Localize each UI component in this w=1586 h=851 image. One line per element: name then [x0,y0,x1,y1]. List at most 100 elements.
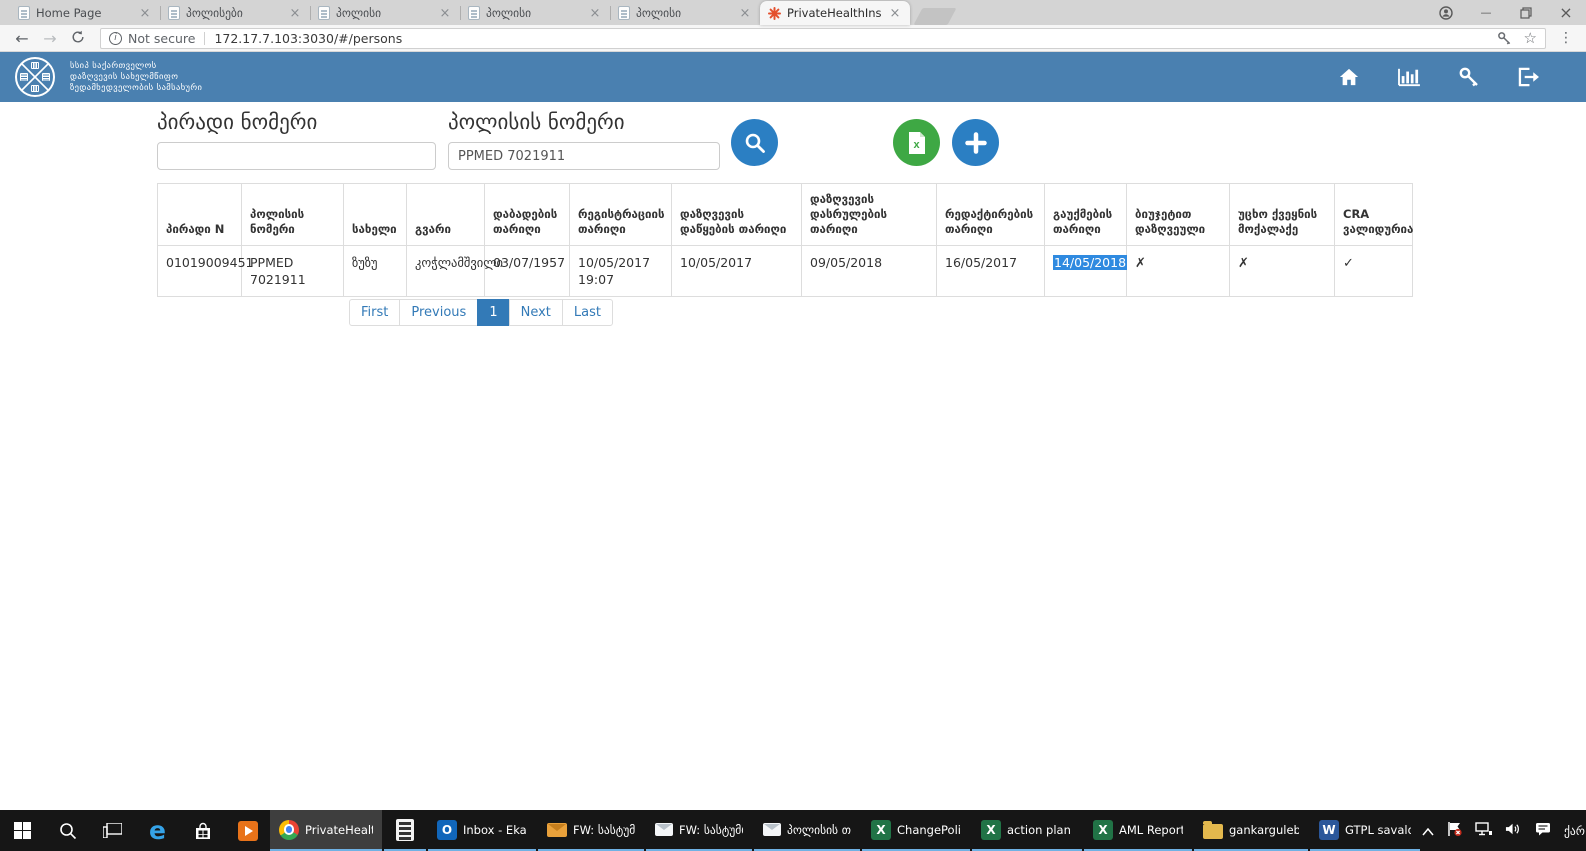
org-name-line1: სსიპ საქართველოს [70,61,202,72]
selected-date-text: 14/05/2018 [1053,255,1127,270]
edge-icon[interactable]: e [135,810,180,851]
key-icon[interactable] [1458,66,1480,88]
col-policy-number: პოლისის ნომერი [242,184,344,246]
page-favicon-icon [18,6,30,20]
security-status: Not secure [128,31,195,46]
col-last-name: გვარი [407,184,485,246]
taskbar-window-word[interactable]: W GTPL savaldeb... [1310,810,1420,851]
policy-number-input[interactable] [448,142,720,170]
svg-text:x: x [913,139,920,151]
browser-menu-icon[interactable]: ⋮ [1554,30,1578,46]
tab-close-icon[interactable]: × [438,7,452,20]
defender-flag-icon[interactable] [1447,821,1462,841]
org-name: სსიპ საქართველოს დაზღვევის სახელმწიფო ზე… [70,61,202,94]
tab-title: Home Page [36,6,132,20]
tab-title: პოლისი [636,6,732,20]
org-name-line2: დაზღვევის სახელმწიფო [70,72,202,83]
tab-policies[interactable]: პოლისები × [160,1,310,25]
password-key-icon[interactable] [1497,31,1512,46]
persons-table: პირადი N პოლისის ნომერი სახელი გვარი დაბ… [157,183,1413,297]
volume-icon[interactable] [1505,821,1522,840]
personal-number-label: პირადი ნომერი [157,110,317,134]
table-header-row: პირადი N პოლისის ნომერი სახელი გვარი დაბ… [158,184,1413,246]
taskbar-window-outlook[interactable]: O Inbox - Ekateri... [428,810,536,851]
tab-close-icon[interactable]: × [888,7,902,20]
minimize-button[interactable]: — [1466,6,1506,19]
pagination-page-1-button[interactable]: 1 [477,299,509,326]
excel-icon: X [871,820,891,840]
taskbar: e PrivateHealthI... O Inbox - Ekateri...… [0,810,1586,851]
pagination-next-button[interactable]: Next [509,299,563,326]
restore-button[interactable] [1506,7,1546,19]
page-favicon-icon [168,6,180,20]
logout-icon[interactable] [1517,67,1540,87]
taskbar-window-folder[interactable]: gankargulebebi [1194,810,1308,851]
search-button[interactable] [731,119,778,166]
home-icon[interactable] [1338,67,1360,87]
cell-first-name: ზუზუ [344,246,407,297]
taskbar-window-calculator[interactable] [384,810,426,851]
refresh-button[interactable] [64,29,92,48]
cell-birth-date: 03/07/1957 [485,246,570,297]
tab-title: პოლისი [336,6,432,20]
network-icon[interactable] [1475,821,1492,840]
taskbar-window-chrome[interactable]: PrivateHealthI... [270,810,382,851]
url-text[interactable]: 172.17.7.103:3030/#/persons [214,31,1484,46]
table-row[interactable]: 01019009451 PPMED 7021911 ზუზუ კოჭლამშვი… [158,246,1413,297]
start-button[interactable] [0,810,45,851]
tab-policy-1[interactable]: პოლისი × [310,1,460,25]
cell-budget-insured: ✗ [1127,246,1230,297]
tab-title: პოლისი [486,6,582,20]
browser-profile-icon[interactable] [1426,6,1466,20]
tab-close-icon[interactable]: × [288,7,302,20]
tab-policy-3[interactable]: პოლისი × [610,1,760,25]
taskbar-window-mail-3[interactable]: პოლისის თა... [754,810,860,851]
pagination-previous-button[interactable]: Previous [399,299,478,326]
cell-registration-date: 10/05/2017 19:07 [570,246,672,297]
folder-icon [1203,824,1223,839]
export-excel-button[interactable]: x [893,119,940,166]
tab-close-icon[interactable]: × [738,7,752,20]
new-tab-button[interactable] [913,8,956,25]
message-icon[interactable] [1535,821,1551,840]
tray-chevron-icon[interactable] [1422,821,1434,840]
taskbar-window-excel-1[interactable]: X ChangePolicyF... [862,810,970,851]
app-favicon-icon [768,7,781,20]
add-person-button[interactable] [952,119,999,166]
taskbar-window-excel-2[interactable]: X action plan [R... [972,810,1082,851]
cross-icon: ✗ [1238,256,1249,271]
col-cancellation-date: გაუქმების თარიღი [1045,184,1127,246]
tab-title: პოლისები [186,6,282,20]
taskbar-window-excel-3[interactable]: X AML Report G... [1084,810,1192,851]
app-header: სსიპ საქართველოს დაზღვევის სახელმწიფო ზე… [0,52,1586,102]
tab-policy-2[interactable]: პოლისი × [460,1,610,25]
col-insurance-start-date: დაზღვევის დაწყების თარიღი [672,184,802,246]
tab-close-icon[interactable]: × [138,7,152,20]
forward-button[interactable]: → [36,29,64,48]
calculator-icon [396,819,414,841]
media-player-icon[interactable] [225,810,270,851]
page-info-icon[interactable]: i [109,32,122,45]
taskbar-search-icon[interactable] [45,810,90,851]
org-logo [14,56,56,98]
tab-private-health-insurance[interactable]: PrivateHealthInsuranceP × [760,1,910,25]
close-window-button[interactable]: × [1546,3,1586,22]
task-view-icon[interactable] [90,810,135,851]
taskbar-window-mail-1[interactable]: FW: სასტუმრ... [538,810,644,851]
reports-chart-icon[interactable] [1397,67,1421,87]
bookmark-star-icon[interactable]: ☆ [1524,29,1537,47]
personal-number-input[interactable] [157,142,436,170]
pagination-last-button[interactable]: Last [562,299,613,326]
pagination-first-button[interactable]: First [349,299,400,326]
tab-close-icon[interactable]: × [588,7,602,20]
mail-icon [655,823,673,836]
language-indicator[interactable]: ქარ [1564,824,1585,838]
col-registration-date: რეგისტრაციის თარიღი [570,184,672,246]
tab-home-page[interactable]: Home Page × [10,1,160,25]
cross-icon: ✗ [1135,256,1146,271]
back-button[interactable]: ← [8,29,36,48]
store-icon[interactable] [180,810,225,851]
browser-tab-strip: Home Page × პოლისები × პოლისი × პოლისი ×… [0,0,1586,25]
taskbar-window-mail-2[interactable]: FW: სასტუმრ... [646,810,752,851]
address-bar[interactable]: i Not secure 172.17.7.103:3030/#/persons… [100,28,1546,49]
